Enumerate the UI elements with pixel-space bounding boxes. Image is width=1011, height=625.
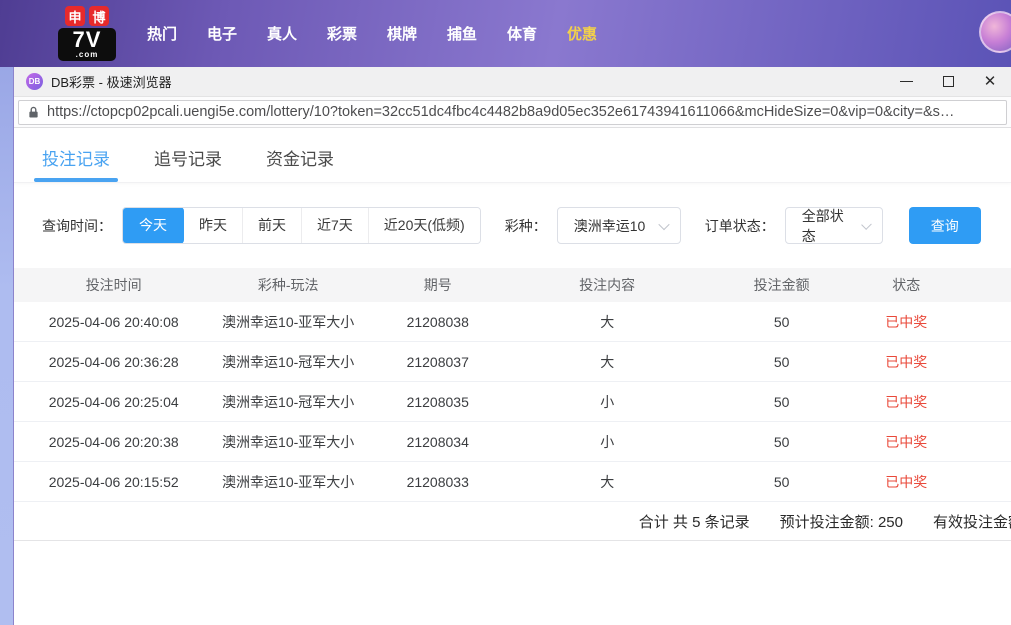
- cell-bet-time: 2025-04-06 20:20:38: [14, 434, 213, 450]
- tab-chase-records[interactable]: 追号记录: [154, 145, 222, 182]
- cell-bet-content: 大: [512, 312, 701, 332]
- time-option-yesterday[interactable]: 昨天: [184, 208, 242, 243]
- cell-bet-content: 小: [512, 432, 701, 452]
- cell-game-play: 澳洲幸运10-亚军大小: [213, 472, 363, 492]
- cell-bet-time: 2025-04-06 20:25:04: [14, 394, 213, 410]
- logo-main-text: 7V: [58, 29, 116, 51]
- cell-bet-amount: 50: [702, 394, 862, 410]
- search-button[interactable]: 查询: [909, 207, 981, 244]
- url-text: https://ctopcp02pcali.uengi5e.com/lotter…: [47, 104, 954, 120]
- status-badge: 已中奖: [861, 432, 951, 452]
- status-badge: 已中奖: [861, 392, 951, 412]
- lottery-select[interactable]: 澳洲幸运10: [557, 207, 681, 244]
- table-row[interactable]: 2025-04-06 20:15:52 澳洲幸运10-亚军大小 21208033…: [14, 462, 1011, 502]
- summary-bar: 合计 共 5 条记录 预计投注金额: 250 有效投注金额: [14, 502, 1011, 541]
- nav-item-live[interactable]: 真人: [252, 23, 312, 44]
- status-badge: 已中奖: [861, 352, 951, 372]
- window-titlebar[interactable]: DB DB彩票 - 极速浏览器 ✕: [14, 67, 1011, 97]
- col-game-play: 彩种-玩法: [213, 275, 363, 295]
- chevron-down-icon: [658, 218, 669, 229]
- cell-bet-amount: 50: [702, 314, 862, 330]
- col-bet-time: 投注时间: [14, 275, 213, 295]
- nav-item-fishing[interactable]: 捕鱼: [432, 23, 492, 44]
- cell-issue: 21208037: [363, 354, 513, 370]
- cell-bet-amount: 50: [702, 474, 862, 490]
- browser-window: DB DB彩票 - 极速浏览器 ✕ https://ctopcp02pcali.…: [13, 67, 1011, 625]
- logo-badge-shen: 申: [65, 6, 85, 26]
- table-row[interactable]: 2025-04-06 20:25:04 澳洲幸运10-冠军大小 21208035…: [14, 382, 1011, 422]
- cell-issue: 21208033: [363, 474, 513, 490]
- bet-records-table: 投注时间 彩种-玩法 期号 投注内容 投注金额 状态 2025-04-06 20…: [14, 268, 1011, 502]
- table-row[interactable]: 2025-04-06 20:40:08 澳洲幸运10-亚军大小 21208038…: [14, 302, 1011, 342]
- time-filter-label: 查询时间：: [42, 216, 112, 236]
- chevron-down-icon: [861, 219, 872, 230]
- minimize-button[interactable]: [885, 67, 927, 96]
- cell-issue: 21208038: [363, 314, 513, 330]
- site-navbar: 申 博 7V .com 热门 电子 真人 彩票 棋牌 捕鱼 体育 优惠: [0, 0, 1011, 67]
- nav-item-slots[interactable]: 电子: [192, 23, 252, 44]
- tab-fund-records[interactable]: 资金记录: [266, 145, 334, 182]
- time-option-today[interactable]: 今天: [122, 207, 184, 244]
- page-content: 投注记录 追号记录 资金记录 查询时间： 今天 昨天 前天 近7天 近20天(低…: [14, 128, 1011, 625]
- lottery-select-value: 澳洲幸运10: [574, 216, 646, 236]
- table-row[interactable]: 2025-04-06 20:36:28 澳洲幸运10-冠军大小 21208037…: [14, 342, 1011, 382]
- cell-bet-time: 2025-04-06 20:15:52: [14, 474, 213, 490]
- window-title: DB彩票 - 极速浏览器: [51, 72, 172, 91]
- time-filter-group: 今天 昨天 前天 近7天 近20天(低频): [122, 207, 481, 244]
- tab-bet-records[interactable]: 投注记录: [42, 145, 110, 182]
- time-option-last7days[interactable]: 近7天: [301, 208, 368, 243]
- nav-item-cards[interactable]: 棋牌: [372, 23, 432, 44]
- background-page-strip: [0, 67, 13, 625]
- cell-bet-content: 大: [512, 352, 701, 372]
- table-header: 投注时间 彩种-玩法 期号 投注内容 投注金额 状态: [14, 268, 1011, 302]
- nav-menu: 热门 电子 真人 彩票 棋牌 捕鱼 体育 优惠: [132, 23, 612, 44]
- col-bet-content: 投注内容: [512, 275, 701, 295]
- cell-game-play: 澳洲幸运10-冠军大小: [213, 392, 363, 412]
- address-bar-row: https://ctopcp02pcali.uengi5e.com/lotter…: [14, 97, 1011, 128]
- logo-badge-bo: 博: [89, 6, 109, 26]
- minimize-icon: [900, 81, 913, 82]
- app-icon: DB: [26, 73, 43, 90]
- logo-suffix-text: .com: [58, 51, 116, 59]
- nav-item-hot[interactable]: 热门: [132, 23, 192, 44]
- time-option-daybefore[interactable]: 前天: [242, 208, 301, 243]
- lock-icon: [28, 106, 39, 119]
- cell-issue: 21208034: [363, 434, 513, 450]
- cell-game-play: 澳洲幸运10-亚军大小: [213, 432, 363, 452]
- col-bet-amount: 投注金额: [702, 275, 862, 295]
- site-logo[interactable]: 申 博 7V .com: [58, 6, 116, 61]
- table-row[interactable]: 2025-04-06 20:20:38 澳洲幸运10-亚军大小 21208034…: [14, 422, 1011, 462]
- nav-item-promos[interactable]: 优惠: [552, 23, 612, 44]
- maximize-button[interactable]: [927, 67, 969, 96]
- summary-total-records: 合计 共 5 条记录: [639, 511, 750, 532]
- record-tabs: 投注记录 追号记录 资金记录: [14, 128, 1011, 183]
- lottery-filter-label: 彩种：: [505, 216, 547, 236]
- cell-bet-amount: 50: [702, 354, 862, 370]
- user-avatar[interactable]: [979, 11, 1011, 53]
- order-status-value: 全部状态: [802, 206, 849, 246]
- cell-bet-content: 大: [512, 472, 701, 492]
- status-badge: 已中奖: [861, 472, 951, 492]
- cell-issue: 21208035: [363, 394, 513, 410]
- col-status: 状态: [861, 275, 951, 295]
- url-field[interactable]: https://ctopcp02pcali.uengi5e.com/lotter…: [18, 100, 1007, 125]
- time-option-last20days[interactable]: 近20天(低频): [368, 208, 480, 243]
- status-filter-label: 订单状态：: [705, 216, 775, 236]
- summary-expected-amount: 预计投注金额: 250: [780, 511, 903, 532]
- nav-item-lottery[interactable]: 彩票: [312, 23, 372, 44]
- status-badge: 已中奖: [861, 312, 951, 332]
- col-issue: 期号: [363, 275, 513, 295]
- cell-bet-amount: 50: [702, 434, 862, 450]
- cell-game-play: 澳洲幸运10-亚军大小: [213, 312, 363, 332]
- order-status-select[interactable]: 全部状态: [785, 207, 883, 244]
- maximize-icon: [943, 76, 954, 87]
- cell-bet-time: 2025-04-06 20:40:08: [14, 314, 213, 330]
- summary-valid-amount: 有效投注金额: [933, 511, 1011, 532]
- close-button[interactable]: ✕: [969, 67, 1011, 96]
- filter-bar: 查询时间： 今天 昨天 前天 近7天 近20天(低频) 彩种： 澳洲幸运10 订…: [42, 207, 1011, 244]
- cell-bet-content: 小: [512, 392, 701, 412]
- cell-game-play: 澳洲幸运10-冠军大小: [213, 352, 363, 372]
- cell-bet-time: 2025-04-06 20:36:28: [14, 354, 213, 370]
- nav-item-sports[interactable]: 体育: [492, 23, 552, 44]
